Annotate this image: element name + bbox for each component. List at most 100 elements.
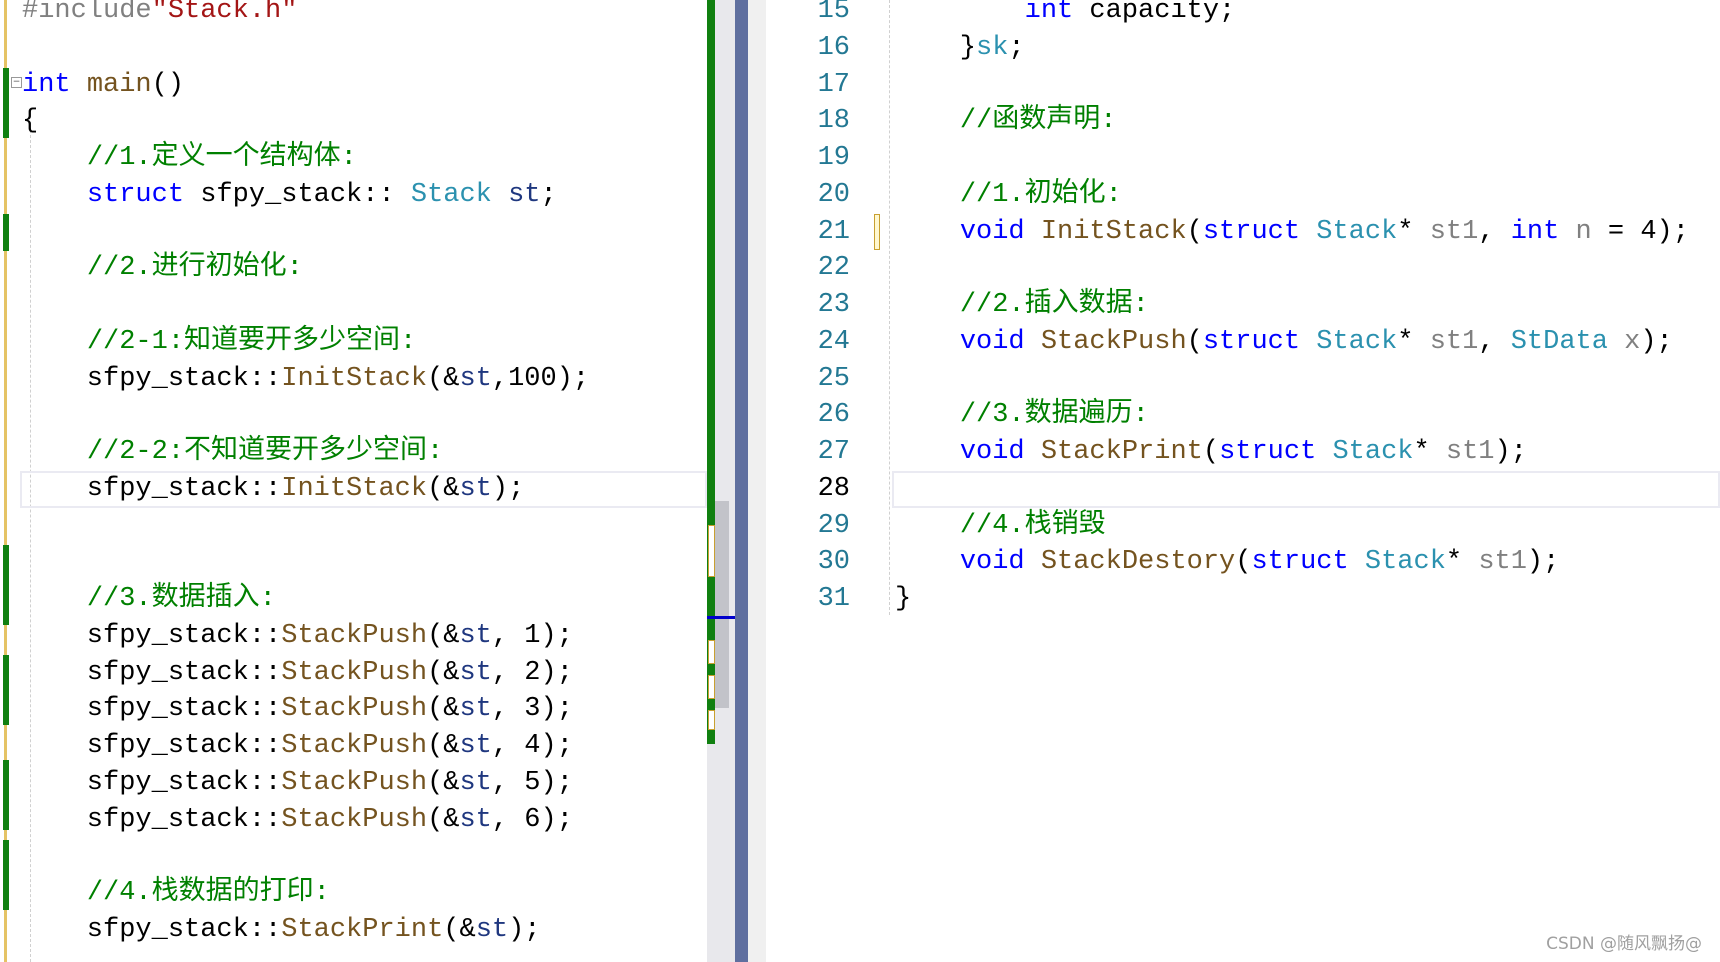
token-pl: }	[895, 584, 912, 614]
code-line[interactable]: 18 //函数声明:	[766, 103, 1720, 140]
vertical-scrollbar[interactable]	[707, 0, 735, 962]
scrollbar-thumb[interactable]	[715, 501, 729, 708]
code-line[interactable]: sfpy_stack::StackPush(&st, 1);	[0, 618, 707, 655]
token-pl: = 4);	[1591, 216, 1689, 247]
token-pl: (&	[427, 657, 460, 688]
token-ty: sk	[976, 32, 1009, 63]
token-cm: //2.插入数据:	[959, 290, 1149, 320]
code-line[interactable]	[0, 508, 707, 545]
token-pl: (&	[427, 767, 460, 798]
code-line[interactable]: 22	[766, 250, 1720, 287]
code-line[interactable]: sfpy_stack::StackPush(&st, 6);	[0, 802, 707, 839]
token-var: st	[508, 179, 541, 210]
code-text: void InitStack(struct Stack* st1, int n …	[895, 214, 1689, 251]
code-line[interactable]: #include"Stack.h"	[0, 0, 707, 30]
token-par: n	[1575, 216, 1592, 247]
overview-change-bar	[707, 0, 715, 744]
code-line[interactable]	[0, 838, 707, 875]
watermark: CSDN @随风飘扬@	[1546, 934, 1702, 954]
token-pl: sfpy_stack::	[22, 620, 282, 651]
token-kw: struct	[1219, 437, 1317, 467]
code-line[interactable]	[0, 30, 707, 67]
token-pl: ;	[540, 179, 557, 210]
token-kw: void	[959, 326, 1025, 357]
code-line[interactable]: 29 //4.栈销毁	[766, 508, 1720, 545]
code-text: sfpy_stack::StackPrint(&st);	[22, 912, 541, 949]
code-text: void StackDestory(struct Stack* st1);	[895, 544, 1560, 581]
code-line[interactable]: 20 //1.初始化:	[766, 177, 1720, 214]
token-ty: StData	[1510, 326, 1608, 357]
code-line[interactable]	[0, 544, 707, 581]
code-line[interactable]: 21 void InitStack(struct Stack* st1, int…	[766, 214, 1720, 251]
line-number: 27	[817, 437, 850, 467]
token-ty: Stack	[1316, 216, 1398, 247]
token-pl: , 2);	[491, 657, 573, 688]
code-line[interactable]: 27 void StackPrint(struct Stack* st1);	[766, 434, 1720, 471]
code-line[interactable]: int main()	[0, 67, 707, 104]
token-fn: StackPush	[281, 767, 428, 798]
code-line[interactable]: 30 void StackDestory(struct Stack* st1);	[766, 544, 1720, 581]
code-line[interactable]: struct sfpy_stack:: Stack st;	[0, 177, 707, 214]
code-line[interactable]: 16 }sk;	[766, 30, 1720, 67]
token-ty: Stack	[1364, 547, 1446, 578]
code-line[interactable]: sfpy_stack::StackPush(&st, 5);	[0, 765, 707, 802]
code-text: void StackPrint(struct Stack* st1);	[895, 434, 1527, 471]
line-number: 24	[817, 326, 850, 357]
code-text: //1.初始化:	[895, 177, 1122, 214]
code-line[interactable]	[0, 214, 707, 251]
code-line[interactable]	[0, 397, 707, 434]
code-text: //2.插入数据:	[895, 287, 1149, 324]
token-pl: sfpy_stack::	[22, 804, 282, 835]
code-line[interactable]: //1.定义一个结构体:	[0, 140, 707, 177]
token-kw: struct	[1251, 547, 1349, 578]
code-line[interactable]: 23 //2.插入数据:	[766, 287, 1720, 324]
token-fn: StackPrint	[1040, 437, 1203, 467]
code-line[interactable]	[0, 287, 707, 324]
pane-splitter[interactable]	[735, 0, 748, 962]
code-line[interactable]: sfpy_stack::StackPush(&st, 2);	[0, 655, 707, 692]
code-line[interactable]: //2-2:不知道要开多少空间:	[0, 434, 707, 471]
code-text: //4.栈销毁	[895, 508, 1106, 545]
code-line[interactable]: //2-1:知道要开多少空间:	[0, 324, 707, 361]
line-number: 26	[817, 400, 850, 431]
code-line[interactable]: 24 void StackPush(struct Stack* st1, StD…	[766, 324, 1720, 361]
code-line[interactable]: 31}	[766, 581, 1720, 618]
line-number: 31	[817, 584, 850, 614]
code-line[interactable]: sfpy_stack::InitStack(&st,100);	[0, 361, 707, 398]
code-line[interactable]: //3.数据插入:	[0, 581, 707, 618]
right-editor-pane[interactable]: 15 int capacity; 16 }sk; 17 18 //函数声明: 19 20 …	[766, 0, 1720, 962]
token-pl: }	[895, 32, 977, 63]
code-text: sfpy_stack::StackPush(&st, 3);	[22, 691, 573, 728]
code-line[interactable]: //4.栈数据的打印:	[0, 875, 707, 912]
token-pl: ;	[1008, 32, 1025, 63]
code-line[interactable]: 26 //3.数据遍历:	[766, 397, 1720, 434]
token-cm: //4.栈数据的打印:	[86, 878, 330, 908]
code-line[interactable]: 25	[766, 361, 1720, 398]
token-kw: struct	[86, 179, 185, 210]
token-par: x	[1624, 326, 1641, 357]
code-text: sfpy_stack::InitStack(&st,100);	[22, 361, 589, 398]
token-kw: int	[1024, 0, 1074, 26]
left-editor-pane[interactable]: − #include"Stack.h" int main(){ //1.定义一个结…	[0, 0, 707, 962]
code-line[interactable]: 28	[766, 470, 1720, 508]
code-line[interactable]: //2.进行初始化:	[0, 250, 707, 287]
overview-change-marker	[708, 525, 715, 577]
code-line[interactable]: {	[0, 103, 707, 140]
token-var: st	[459, 473, 492, 504]
token-fn: StackPush	[281, 620, 428, 651]
code-line[interactable]: 17	[766, 67, 1720, 104]
token-pl: sfpy_stack::	[22, 657, 282, 688]
code-line[interactable]: sfpy_stack::StackPush(&st, 3);	[0, 691, 707, 728]
code-line[interactable]: 15 int capacity;	[766, 0, 1720, 30]
code-line[interactable]: 19	[766, 140, 1720, 177]
code-line[interactable]: sfpy_stack::StackPush(&st, 4);	[0, 728, 707, 765]
code-text: sfpy_stack::InitStack(&st);	[22, 471, 525, 508]
token-var: st	[459, 620, 492, 651]
code-line[interactable]: sfpy_stack::StackPrint(&st);	[0, 912, 707, 949]
token-fn: InitStack	[1040, 216, 1187, 247]
code-line[interactable]: sfpy_stack::InitStack(&st);	[0, 470, 707, 508]
